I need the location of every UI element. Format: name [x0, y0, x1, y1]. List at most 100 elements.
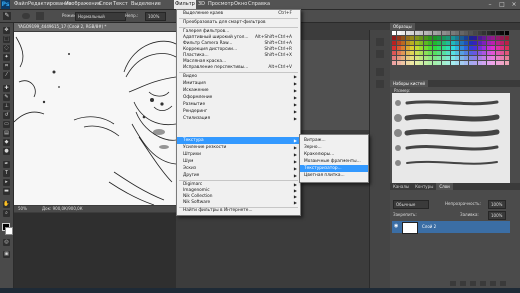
tab-channels[interactable]: Каналы — [390, 183, 412, 190]
swatch[interactable] — [468, 36, 473, 40]
menu-item-pixelate[interactable]: Оформление ▶ — [177, 95, 300, 101]
swatch[interactable] — [396, 61, 401, 65]
swatch[interactable] — [491, 41, 495, 45]
blur-tool-icon[interactable]: ◆ — [3, 139, 10, 146]
properties-panel-icon[interactable] — [376, 50, 384, 58]
swatch[interactable] — [432, 41, 437, 45]
swatch[interactable] — [396, 36, 401, 40]
brush-tool-icon-side[interactable]: ✎ — [3, 94, 10, 101]
swatch[interactable] — [459, 61, 464, 65]
swatch[interactable] — [414, 41, 419, 45]
swatch[interactable] — [419, 51, 423, 55]
link-layers-icon[interactable] — [450, 281, 456, 286]
swatch[interactable] — [396, 56, 401, 60]
dodge-tool-icon[interactable]: ● — [3, 148, 10, 155]
swatch[interactable] — [477, 61, 482, 65]
layer-opacity-field[interactable]: 100% — [488, 200, 506, 209]
tab-paths[interactable]: Контуры — [412, 183, 436, 190]
swatch[interactable] — [477, 31, 482, 35]
swatch[interactable] — [464, 31, 468, 35]
swatch[interactable] — [446, 36, 450, 40]
menu-filter[interactable]: Фильтр — [174, 0, 196, 9]
swatch[interactable] — [486, 51, 491, 55]
swatch[interactable] — [419, 46, 423, 50]
swatch[interactable] — [414, 56, 419, 60]
swatch[interactable] — [441, 31, 446, 35]
swatch[interactable] — [405, 46, 410, 50]
swatch[interactable] — [504, 56, 509, 60]
brush-panel-icon[interactable] — [376, 68, 384, 76]
swatch[interactable] — [432, 61, 437, 65]
menu-item-brush-strokes[interactable]: Штрихи ▶ — [177, 152, 300, 158]
document-canvas[interactable] — [14, 32, 176, 205]
brush-tool-icon[interactable]: ✎ — [3, 12, 11, 20]
crop-tool-icon[interactable]: ⌗ — [3, 63, 10, 70]
menu-layers[interactable]: Слои — [98, 0, 113, 9]
screen-mode-icon[interactable]: ▣ — [3, 251, 10, 258]
swatch[interactable] — [441, 36, 446, 40]
hand-tool-icon[interactable]: ✋ — [3, 201, 10, 208]
swatch[interactable] — [446, 56, 450, 60]
swatch[interactable] — [450, 41, 455, 45]
menu-3d[interactable]: 3D — [197, 0, 206, 9]
menu-window[interactable]: Окно — [233, 0, 248, 9]
swatch[interactable] — [437, 51, 441, 55]
swatch[interactable] — [441, 41, 446, 45]
submenu-item-grain[interactable]: Зерно... — [300, 144, 368, 151]
swatch[interactable] — [504, 41, 509, 45]
swatch[interactable] — [396, 46, 401, 50]
submenu-item-patchwork[interactable]: Цветная плитка... — [300, 172, 368, 179]
swatch[interactable] — [473, 36, 477, 40]
swatch[interactable] — [500, 61, 504, 65]
swatch[interactable] — [410, 56, 414, 60]
submenu-item-stained-glass[interactable]: Витраж... — [300, 137, 368, 144]
brush-panel-toggle-icon[interactable] — [36, 12, 44, 20]
swatch[interactable] — [459, 56, 464, 60]
swatch[interactable] — [423, 31, 428, 35]
swatch[interactable] — [437, 36, 441, 40]
clone-source-panel-icon[interactable] — [376, 80, 384, 88]
swatch[interactable] — [410, 36, 414, 40]
swatch[interactable] — [495, 41, 500, 45]
swatch[interactable] — [491, 56, 495, 60]
brush-preset-picker[interactable] — [22, 13, 30, 19]
swatch[interactable] — [495, 51, 500, 55]
swatch[interactable] — [410, 31, 414, 35]
swatch[interactable] — [392, 51, 396, 55]
swatch[interactable] — [419, 56, 423, 60]
menu-help[interactable]: Справка — [247, 0, 271, 9]
swatch[interactable] — [500, 46, 504, 50]
quick-mask-icon[interactable]: ◎ — [3, 239, 10, 246]
swatch[interactable] — [441, 56, 446, 60]
menu-item-vanishing-point[interactable]: Исправление перспективы... Alt+Ctrl+V — [177, 65, 300, 71]
swatch[interactable] — [437, 31, 441, 35]
layer-mask-icon[interactable] — [470, 281, 476, 286]
swatch[interactable] — [491, 31, 495, 35]
pen-tool-icon[interactable]: ✒ — [3, 161, 10, 168]
swatch[interactable] — [414, 31, 419, 35]
new-layer-icon[interactable] — [490, 281, 496, 286]
swatch[interactable] — [464, 36, 468, 40]
swatch[interactable] — [432, 51, 437, 55]
tab-layers[interactable]: Слои — [436, 183, 453, 190]
gradient-tool-icon[interactable]: ▤ — [3, 130, 10, 137]
swatch[interactable] — [428, 61, 432, 65]
menu-item-video[interactable]: Видео ▶ — [177, 74, 300, 80]
swatch[interactable] — [477, 56, 482, 60]
menu-text[interactable]: Текст — [112, 0, 129, 9]
swatch[interactable] — [495, 36, 500, 40]
swatch[interactable] — [450, 46, 455, 50]
swatch[interactable] — [392, 46, 396, 50]
zoom-level[interactable]: 50% — [18, 206, 27, 212]
swatch[interactable] — [450, 51, 455, 55]
swatch[interactable] — [473, 31, 477, 35]
swatch[interactable] — [504, 51, 509, 55]
swatch[interactable] — [486, 41, 491, 45]
swatch[interactable] — [473, 56, 477, 60]
swatch[interactable] — [401, 46, 405, 50]
swatch[interactable] — [482, 56, 486, 60]
swatch[interactable] — [464, 56, 468, 60]
swatch[interactable] — [405, 41, 410, 45]
swatch[interactable] — [410, 41, 414, 45]
swatch[interactable] — [459, 36, 464, 40]
